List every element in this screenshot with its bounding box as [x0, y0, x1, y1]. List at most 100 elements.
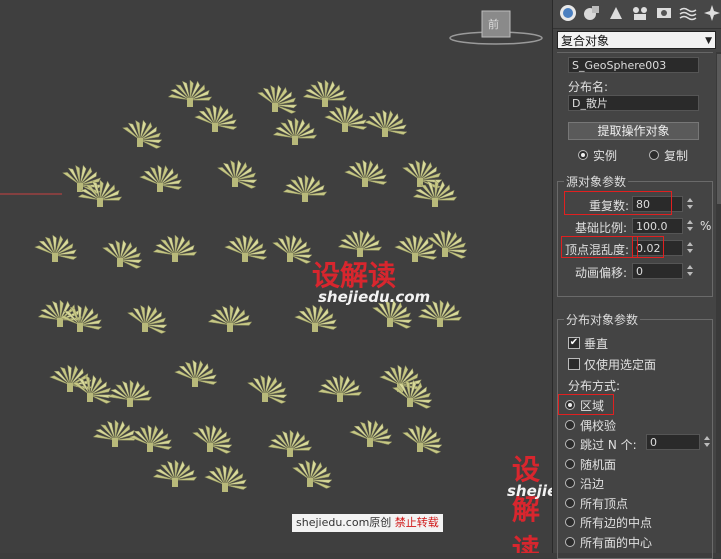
command-panel: 复合对象 ▼ S_GeoSphere003 分布名: D_散片 提取操作对象 实… [552, 0, 721, 559]
method-radio-1[interactable] [565, 419, 575, 430]
create-icon[interactable] [558, 3, 578, 23]
perpendicular-label: 垂直 [584, 337, 609, 351]
scatter-clump [194, 104, 238, 132]
highlight-vertex-chaos-label [561, 236, 638, 258]
perspective-viewport[interactable]: 前 设解读 shejiedu.com 设解读 shejiedu.com shej… [0, 0, 552, 553]
copy-radio[interactable] [649, 150, 659, 160]
scatter-clump [426, 229, 468, 259]
scatter-clump [167, 79, 213, 107]
method-label-6: 所有边的中点 [580, 516, 653, 530]
duplicates-spinner[interactable] [686, 196, 695, 212]
method-radio-6[interactable] [565, 517, 575, 527]
scatter-clump [207, 304, 253, 332]
scatter-clump [294, 304, 338, 332]
scatter-clump [272, 117, 318, 145]
modify-icon[interactable] [582, 3, 602, 23]
category-dropdown-value: 复合对象 [561, 34, 610, 48]
scatter-clump [216, 159, 258, 189]
anim-offset-field[interactable]: 0 [632, 263, 683, 279]
scatter-clump [401, 424, 443, 454]
chevron-down-icon: ▼ [705, 36, 712, 46]
method-label-2: 跳过 N 个: [580, 438, 637, 452]
method-radio-4[interactable] [565, 478, 575, 488]
pick-operand-button[interactable]: 提取操作对象 [568, 122, 699, 140]
method-label-1: 偶校验 [580, 418, 617, 433]
scatter-clump [302, 79, 348, 107]
method-label-5: 所有顶点 [580, 496, 629, 511]
highlight-area-method [558, 394, 614, 415]
perpendicular-checkbox[interactable]: ✔ [568, 337, 580, 349]
credit-banner: shejiedu.com原创 禁止转载 [292, 514, 443, 532]
skip-n-spinner[interactable] [703, 434, 712, 450]
scatter-clump [256, 84, 298, 114]
anim-offset-label: 动画偏移: [575, 266, 628, 280]
scatter-clump [344, 159, 388, 187]
scatter-clump [152, 459, 198, 487]
object-name-field[interactable]: S_GeoSphere003 [568, 57, 699, 73]
distribution-name-label: 分布名: [568, 80, 609, 94]
base-scale-label: 基础比例: [575, 221, 628, 235]
highlight-vertex-chaos-value [632, 236, 664, 258]
distribution-method-label: 分布方式: [568, 379, 621, 393]
more-icon[interactable] [702, 3, 721, 23]
scatter-clump [174, 359, 218, 387]
hierarchy-icon[interactable] [606, 3, 626, 23]
category-dropdown[interactable]: 复合对象 ▼ [557, 31, 716, 49]
scrollbar-thumb[interactable] [717, 54, 721, 204]
distribution-params-title: 分布对象参数 [564, 311, 641, 328]
base-scale-spinner[interactable] [686, 218, 695, 234]
scatter-clump [349, 419, 393, 447]
scatter-clump [152, 234, 198, 262]
source-params-title: 源对象参数 [564, 173, 629, 190]
watermark-logo-2: 设解读 [512, 453, 541, 553]
scatter-clump [92, 419, 138, 447]
base-scale-field[interactable]: 100.0 [632, 218, 683, 234]
watermark-url: shejiedu.com [318, 288, 431, 306]
vertex-chaos-spinner[interactable] [686, 240, 695, 256]
scatter-clump [337, 229, 383, 257]
scatter-clump [267, 429, 313, 457]
method-label-4: 沿边 [580, 477, 605, 491]
scatter-clump [379, 364, 423, 392]
scatter-clump [224, 234, 268, 262]
scatter-clump [107, 379, 153, 407]
scatter-clump [101, 239, 143, 269]
display-icon[interactable] [654, 3, 674, 23]
distribution-name-field[interactable]: D_散片 [568, 95, 699, 111]
method-radio-2[interactable] [565, 439, 575, 449]
scatter-clump [364, 109, 408, 137]
scatter-clump [204, 464, 248, 492]
scatter-clump [121, 119, 163, 149]
scatter-clump [246, 374, 288, 404]
scatter-clump [191, 424, 233, 454]
viewcube[interactable]: 前 [448, 4, 544, 46]
percent-label: % [700, 219, 712, 233]
scatter-clump [317, 374, 363, 402]
method-radio-5[interactable] [565, 497, 575, 508]
scatter-clump [139, 164, 183, 192]
scatter-clumps-canvas [0, 79, 468, 492]
method-radio-3[interactable] [565, 458, 575, 469]
method-label-7: 所有面的中心 [580, 535, 653, 550]
scatter-clump [282, 174, 328, 202]
credit-site: shejiedu.com [296, 516, 370, 529]
copy-label: 复制 [664, 149, 689, 163]
command-panel-tabs [553, 0, 721, 29]
watermark-url-2: shejiedu.com [507, 482, 552, 500]
scatter-clump [271, 234, 313, 264]
credit-forbid: 禁止转载 [394, 516, 439, 529]
skip-n-field[interactable]: 0 [646, 434, 700, 450]
viewcube-face-label: 前 [488, 18, 499, 31]
utilities-icon[interactable] [678, 3, 698, 23]
anim-offset-spinner[interactable] [686, 263, 695, 279]
instance-radio[interactable] [578, 150, 588, 160]
instance-label: 实例 [593, 149, 618, 163]
motion-icon[interactable] [630, 3, 650, 23]
method-radio-7[interactable] [565, 536, 575, 547]
method-label-3: 随机面 [580, 457, 617, 472]
scatter-clump [324, 104, 368, 132]
use-selected-faces-checkbox[interactable] [568, 358, 580, 370]
scatter-clump [126, 304, 168, 334]
credit-original: 原创 [369, 516, 392, 529]
panel-scrollbar[interactable] [716, 52, 721, 553]
